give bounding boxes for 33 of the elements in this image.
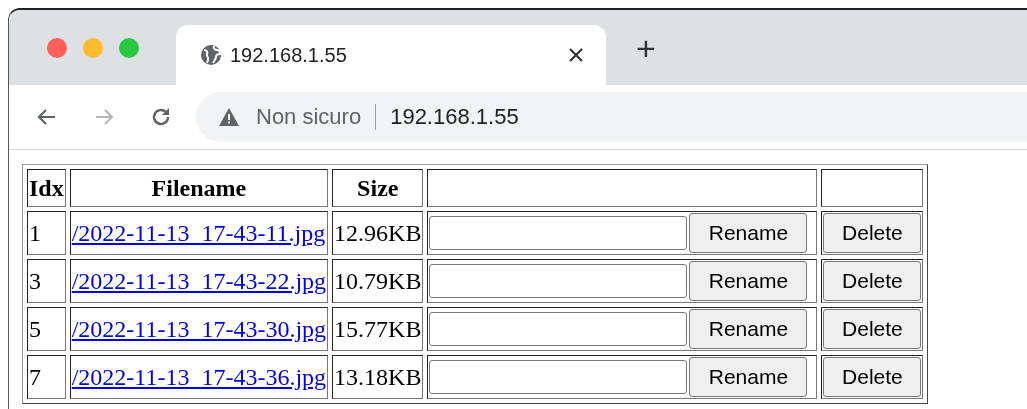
table-cell: 12.96KB (332, 211, 424, 255)
rename-input-field[interactable] (429, 216, 688, 250)
table-cell: 13.18KB (332, 355, 424, 399)
delete-button[interactable]: Delete (823, 309, 922, 349)
rename-input-field[interactable] (429, 264, 688, 298)
rename-button[interactable]: Rename (689, 309, 808, 349)
url-text: 192.168.1.55 (390, 104, 519, 130)
column-header: Filename (69, 169, 329, 207)
new-tab-button[interactable]: + (636, 31, 656, 65)
close-tab-icon[interactable] (568, 47, 584, 63)
table-cell: 7 (27, 355, 66, 399)
table-cell: 15.77KB (332, 307, 424, 351)
rename-input-field[interactable] (429, 312, 688, 346)
globe-icon (200, 44, 222, 66)
security-label: Non sicuro (256, 104, 362, 130)
rename-input-field[interactable] (429, 360, 688, 394)
column-header: Idx (27, 169, 66, 207)
rename-button[interactable]: Rename (689, 213, 808, 253)
column-header: Size (332, 169, 424, 207)
delete-button[interactable]: Delete (823, 357, 922, 397)
table-cell: 1 (27, 211, 66, 255)
delete-button[interactable]: Delete (823, 213, 922, 253)
table-cell: 10.79KB (332, 259, 424, 303)
address-bar[interactable]: Non sicuro 192.168.1.55 (196, 92, 1027, 142)
warning-icon (218, 107, 240, 127)
rename-button[interactable]: Rename (689, 261, 808, 301)
browser-tab[interactable]: 192.168.1.55 (176, 25, 606, 85)
table-cell: 3 (27, 259, 66, 303)
table-cell: 5 (27, 307, 66, 351)
tab-title: 192.168.1.55 (230, 43, 348, 67)
rename-button[interactable]: Rename (689, 357, 808, 397)
close-window-button[interactable] (47, 38, 67, 58)
delete-button[interactable]: Delete (823, 261, 922, 301)
